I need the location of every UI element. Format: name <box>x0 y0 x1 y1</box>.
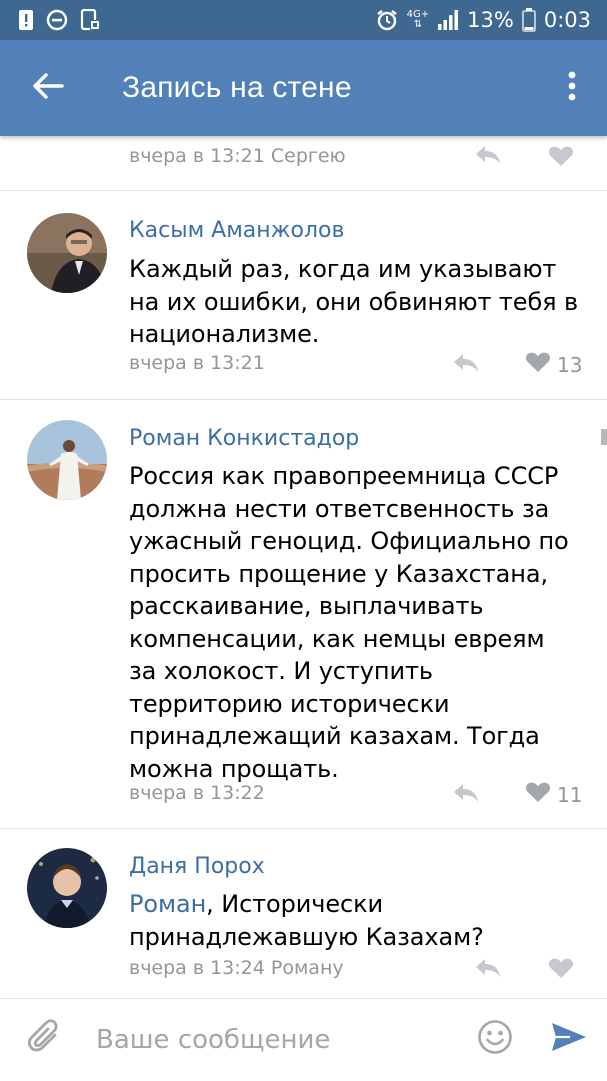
emoji-icon <box>477 1019 513 1060</box>
like-button[interactable]: 13 <box>525 351 582 378</box>
like-button[interactable] <box>548 957 574 984</box>
more-vert-icon <box>568 71 576 106</box>
divider <box>0 190 607 191</box>
back-arrow-icon <box>32 72 64 105</box>
heart-icon <box>525 781 551 808</box>
battery-percent: 13% <box>467 8 514 32</box>
comment-meta-row: вчера в 13:22 <box>129 776 579 810</box>
network-type: 4G+ ⇅ <box>407 10 430 30</box>
more-options-button[interactable] <box>537 40 607 136</box>
attach-icon <box>27 1019 62 1060</box>
send-icon <box>550 1020 588 1059</box>
reply-icon[interactable] <box>474 144 502 166</box>
like-button[interactable]: 11 <box>525 781 582 808</box>
message-composer <box>0 998 607 1080</box>
message-input[interactable] <box>96 1009 459 1070</box>
avatar[interactable] <box>27 420 107 500</box>
previous-comment-meta: вчера в 13:21 Сергею <box>129 139 579 173</box>
status-right: 4G+ ⇅ 13% 0:03 <box>375 8 591 32</box>
avatar[interactable] <box>27 848 107 928</box>
comment-text: Россия как правопреемница СССР должна не… <box>129 462 569 783</box>
reply-icon[interactable] <box>452 352 480 374</box>
data-arrows-icon: ⇅ <box>413 19 423 30</box>
avatar[interactable] <box>27 213 107 293</box>
battery-icon <box>521 8 536 32</box>
comment-meta: вчера в 13:24 Роману <box>129 957 344 979</box>
comment-author[interactable]: Роман Конкистадор <box>129 426 359 451</box>
screenshot-icon <box>80 9 102 31</box>
comment-meta-row: вчера в 13:21 <box>129 346 579 380</box>
heart-icon <box>548 957 574 984</box>
comment-text: Каждый раз, когда им указывают на их оши… <box>129 255 579 348</box>
app-bar: Запись на стене <box>0 40 607 136</box>
heart-icon <box>548 145 574 172</box>
page-title: Запись на стене <box>122 71 352 104</box>
reply-icon[interactable] <box>474 957 502 979</box>
divider <box>0 399 607 400</box>
attach-button[interactable] <box>0 999 90 1081</box>
comment-text: Роман, Исторически принадлежавшую Казаха… <box>129 888 579 953</box>
like-count: 11 <box>557 782 583 807</box>
reply-mention-link[interactable]: Роман <box>129 890 206 918</box>
like-button[interactable] <box>548 145 574 172</box>
do-not-disturb-icon <box>46 9 68 31</box>
alarm-icon <box>375 8 399 32</box>
scrollbar-thumb[interactable] <box>601 429 607 445</box>
comment-meta: вчера в 13:21 <box>129 352 265 374</box>
comment-meta-row: вчера в 13:24 Роману <box>129 951 579 985</box>
comment-meta: вчера в 13:21 Сергею <box>129 145 346 167</box>
signal-icon <box>437 9 459 31</box>
clock: 0:03 <box>543 8 591 32</box>
divider <box>0 828 607 829</box>
comment-meta: вчера в 13:22 <box>129 782 265 804</box>
heart-icon <box>525 351 551 378</box>
emoji-button[interactable] <box>459 999 531 1081</box>
status-left <box>18 9 102 31</box>
comment-author[interactable]: Даня Порох <box>129 854 265 879</box>
like-count: 13 <box>557 352 583 377</box>
status-bar: 4G+ ⇅ 13% 0:03 <box>0 0 607 40</box>
reply-icon[interactable] <box>452 782 480 804</box>
back-button[interactable] <box>0 40 96 136</box>
comment-author[interactable]: Касым Аманжолов <box>129 218 344 243</box>
alert-icon <box>18 9 34 31</box>
send-button[interactable] <box>531 999 607 1081</box>
comments-feed[interactable]: вчера в 13:21 Сергею Касым Аманжолов Каж… <box>0 136 607 998</box>
